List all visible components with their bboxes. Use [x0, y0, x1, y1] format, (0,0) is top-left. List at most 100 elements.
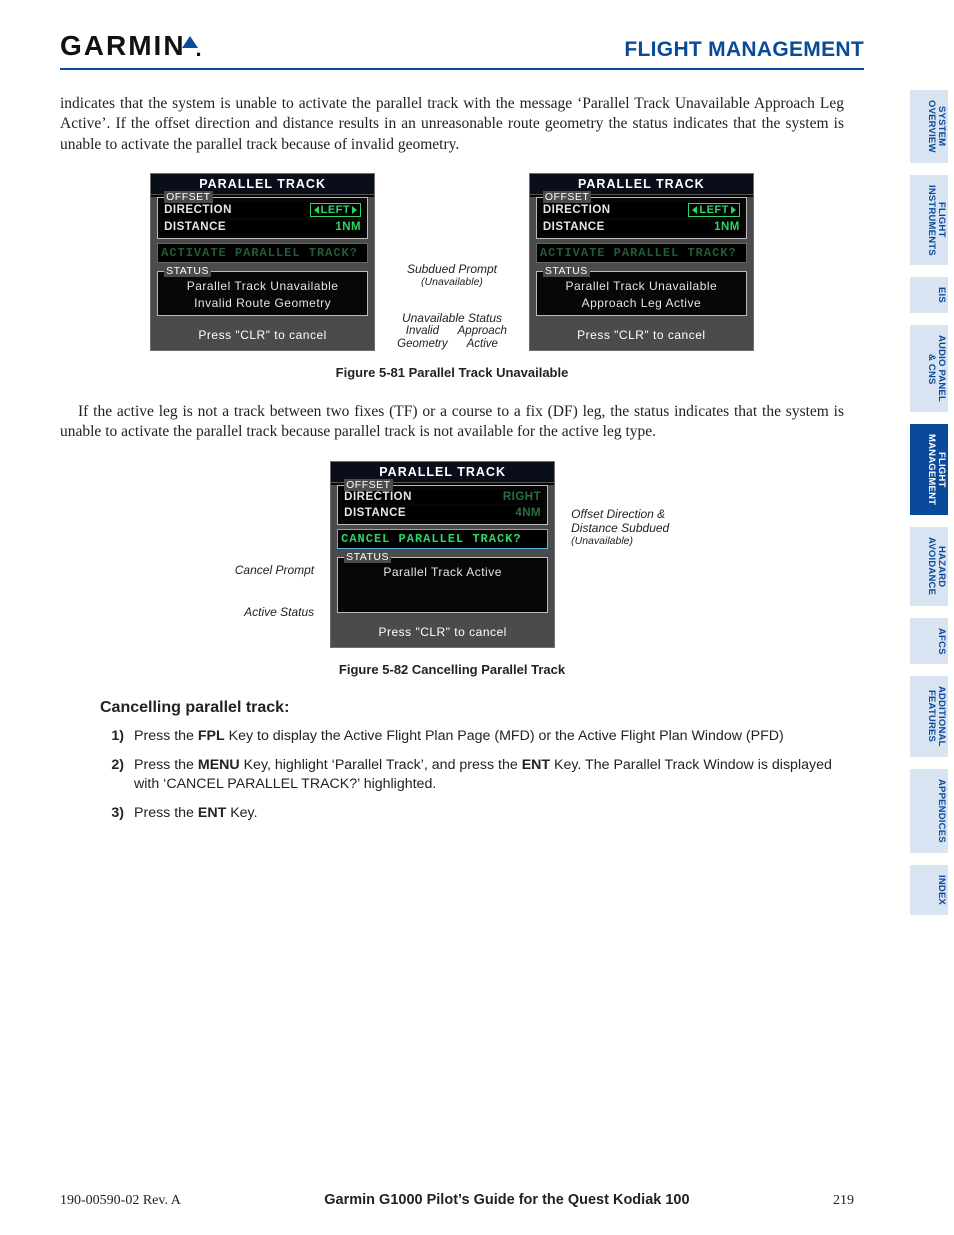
side-tab-5[interactable]: HAZARDAVOIDANCE [910, 527, 948, 605]
guide-title: Garmin G1000 Pilot’s Guide for the Quest… [324, 1192, 689, 1208]
annot-subdued-prompt: Subdued Prompt [397, 263, 507, 276]
distance-value: 1NM [335, 221, 361, 233]
section-title: FLIGHT MANAGEMENT [624, 38, 864, 62]
annot-subdued-sub: (Unavailable) [397, 277, 507, 289]
procedure-title: Cancelling parallel track: [100, 699, 844, 717]
annot-approach: Approach [458, 325, 507, 338]
garmin-logo: GARMIN . [60, 30, 204, 62]
status-line1: Parallel Track Unavailable [541, 278, 742, 294]
side-tab-4[interactable]: FLIGHTMANAGEMENT [910, 424, 948, 515]
direction-label: DIRECTION [344, 491, 412, 503]
page-footer: 190-00590-02 Rev. A Garmin G1000 Pilot’s… [60, 1192, 854, 1209]
cancel-prompt-highlighted[interactable]: CANCEL PARALLEL TRACK? [337, 529, 548, 549]
direction-row: DIRECTION RIGHT [342, 490, 543, 504]
direction-selector[interactable]: LEFT [688, 203, 740, 217]
offset-group-label: OFFSET [164, 191, 212, 203]
status-line1: Parallel Track Active [342, 564, 543, 580]
step-text: Key to display the Active Flight Plan Pa… [225, 728, 784, 744]
step-2: 2) Press the MENU Key, highlight ‘Parall… [106, 756, 838, 794]
ptk-window-right: PARALLEL TRACK OFFSET DIRECTION LEFT [529, 173, 754, 350]
ptk-footer: Press "CLR" to cancel [530, 322, 753, 350]
side-tab-8[interactable]: APPENDICES [910, 769, 948, 853]
fig82-left-annot: Cancel Prompt Active Status [235, 461, 314, 619]
fig81-annotations: Subdued Prompt (Unavailable) Unavailable… [397, 173, 507, 350]
step-text: Press the [134, 757, 198, 773]
direction-row: DIRECTION LEFT [541, 202, 742, 218]
offset-group: OFFSET DIRECTION LEFT DISTANCE 1NM [536, 197, 747, 239]
figure-5-82-caption: Figure 5-82 Cancelling Parallel Track [60, 662, 844, 677]
status-group-label: STATUS [164, 265, 211, 277]
side-tab-3[interactable]: AUDIO PANEL& CNS [910, 325, 948, 412]
side-tab-6[interactable]: AFCS [910, 618, 948, 665]
status-line2: Invalid Route Geometry [162, 295, 363, 311]
paragraph-2: If the active leg is not a track between… [60, 402, 844, 443]
annot-cancel-prompt: Cancel Prompt [235, 563, 314, 577]
distance-label: DISTANCE [543, 221, 605, 233]
paragraph-1: indicates that the system is unable to a… [60, 94, 844, 155]
step-text: Key, highlight ‘Parallel Track’, and pre… [240, 757, 522, 773]
direction-label: DIRECTION [543, 204, 611, 216]
offset-group-label: OFFSET [543, 191, 591, 203]
step-3: 3) Press the ENT Key. [106, 804, 838, 823]
key-fpl: FPL [198, 728, 225, 744]
step-1: 1) Press the FPL Key to display the Acti… [106, 727, 838, 746]
fig82-right-annot: Offset Direction & Distance Subdued (Una… [571, 461, 669, 547]
direction-row: DIRECTION LEFT [162, 202, 363, 218]
side-tab-2[interactable]: EIS [910, 277, 948, 313]
side-tab-1[interactable]: FLIGHTINSTRUMENTS [910, 175, 948, 266]
page-number: 219 [833, 1193, 854, 1209]
side-tab-9[interactable]: INDEX [910, 865, 948, 915]
step-text: Press the [134, 728, 198, 744]
key-ent: ENT [522, 757, 550, 773]
distance-value-subdued: 4NM [515, 507, 541, 519]
ptk-footer: Press "CLR" to cancel [331, 619, 554, 647]
status-group: STATUS Parallel Track Unavailable Approa… [536, 271, 747, 315]
annot-active-status: Active Status [235, 605, 314, 619]
distance-row: DISTANCE 4NM [342, 506, 543, 520]
distance-row: DISTANCE 1NM [162, 220, 363, 234]
key-menu: MENU [198, 757, 240, 773]
chevron-right-icon [731, 206, 736, 214]
direction-value: LEFT [321, 204, 351, 216]
offset-group: OFFSET DIRECTION LEFT DISTANCE 1NM [157, 197, 368, 239]
ptk-window-cancel: PARALLEL TRACK OFFSET DIRECTION RIGHT DI… [330, 461, 555, 648]
step-num: 3) [106, 804, 124, 823]
logo-text: GARMIN [60, 30, 186, 62]
status-group: STATUS Parallel Track Unavailable Invali… [157, 271, 368, 315]
annot-offset-dir-1: Offset Direction & [571, 507, 669, 521]
side-tab-7[interactable]: ADDITIONALFEATURES [910, 676, 948, 757]
direction-value-subdued: RIGHT [503, 491, 541, 503]
step-text: Key. [226, 805, 257, 821]
direction-value: LEFT [699, 204, 729, 216]
figure-5-82: Cancel Prompt Active Status PARALLEL TRA… [60, 461, 844, 648]
annot-offset-dir-3: (Unavailable) [571, 535, 669, 547]
step-num: 2) [106, 756, 124, 794]
header-rule [60, 68, 864, 70]
step-num: 1) [106, 727, 124, 746]
annot-active: Active [458, 338, 507, 351]
distance-label: DISTANCE [344, 507, 406, 519]
figure-5-81: PARALLEL TRACK OFFSET DIRECTION LEFT [60, 173, 844, 350]
ptk-window-left: PARALLEL TRACK OFFSET DIRECTION LEFT [150, 173, 375, 350]
annot-unavail-status: Unavailable Status [397, 312, 507, 325]
ptk-footer: Press "CLR" to cancel [151, 322, 374, 350]
figure-5-81-caption: Figure 5-81 Parallel Track Unavailable [60, 365, 844, 380]
side-tab-0[interactable]: SYSTEMOVERVIEW [910, 90, 948, 163]
chevron-left-icon [692, 206, 697, 214]
annot-geometry: Geometry [397, 338, 448, 351]
status-group: STATUS Parallel Track Active [337, 557, 548, 613]
distance-row: DISTANCE 1NM [541, 220, 742, 234]
chevron-left-icon [314, 206, 319, 214]
distance-label: DISTANCE [164, 221, 226, 233]
procedure-steps: 1) Press the FPL Key to display the Acti… [60, 727, 844, 824]
activate-prompt-subdued: ACTIVATE PARALLEL TRACK? [157, 243, 368, 263]
status-group-label: STATUS [344, 551, 391, 563]
key-ent: ENT [198, 805, 226, 821]
status-group-label: STATUS [543, 265, 590, 277]
status-line1: Parallel Track Unavailable [162, 278, 363, 294]
chevron-right-icon [352, 206, 357, 214]
step-text: Press the [134, 805, 198, 821]
direction-selector[interactable]: LEFT [310, 203, 362, 217]
offset-group-label: OFFSET [344, 479, 392, 491]
annot-offset-dir-2: Distance Subdued [571, 521, 669, 535]
